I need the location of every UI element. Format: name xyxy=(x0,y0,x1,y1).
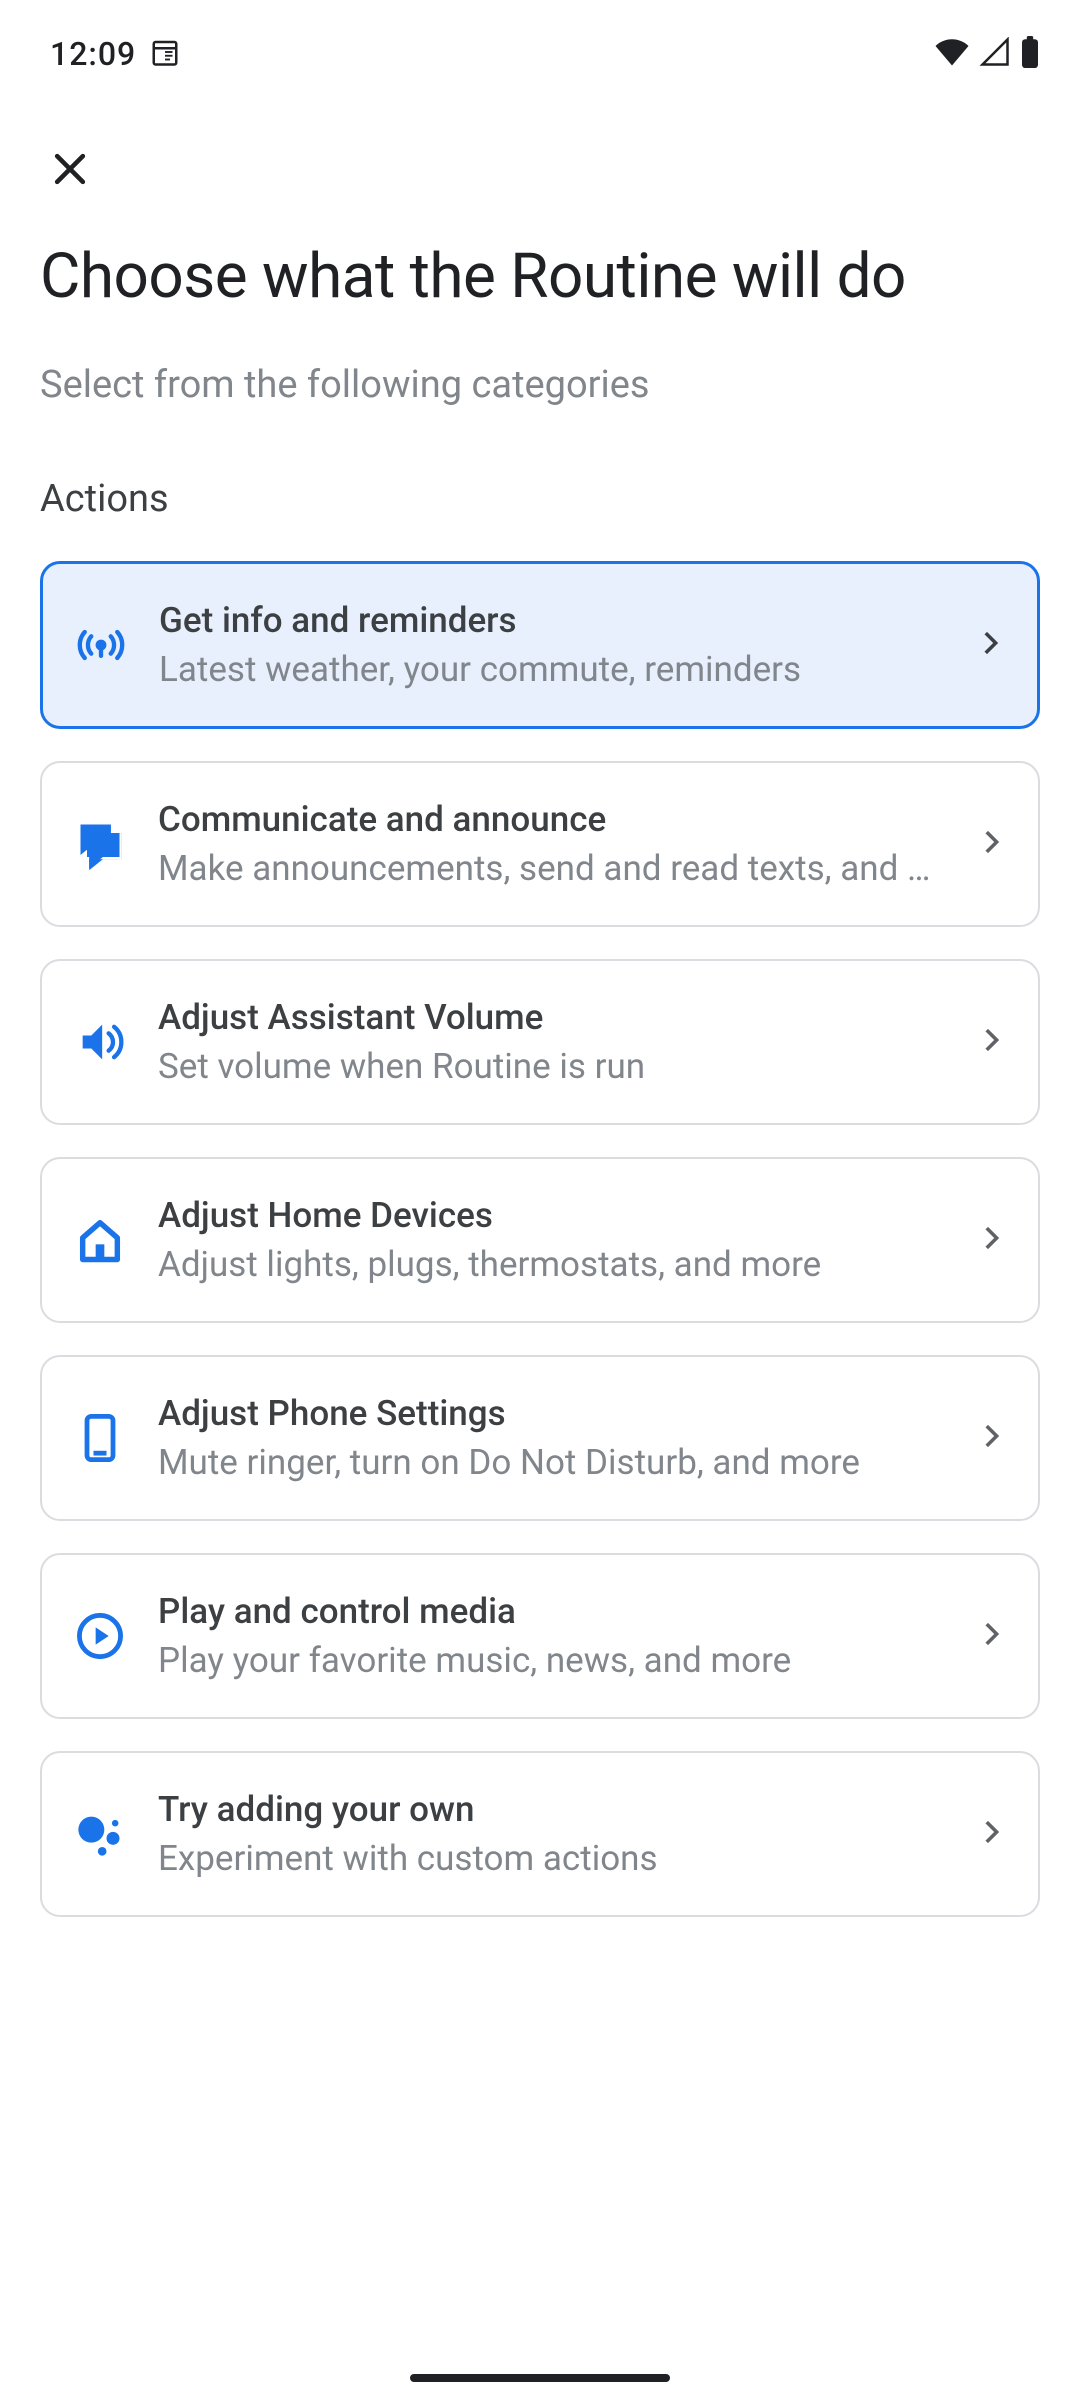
card-text: Adjust Home Devices Adjust lights, plugs… xyxy=(158,1195,944,1285)
close-button[interactable] xyxy=(40,140,100,200)
card-text: Adjust Assistant Volume Set volume when … xyxy=(158,997,944,1087)
volume-icon xyxy=(72,1014,128,1070)
action-try-adding-your-own[interactable]: Try adding your own Experiment with cust… xyxy=(40,1751,1040,1917)
section-label: Actions xyxy=(40,477,1040,521)
card-title: Get info and reminders xyxy=(159,600,943,641)
page-title: Choose what the Routine will do xyxy=(40,240,1040,313)
home-icon xyxy=(72,1212,128,1268)
card-text: Adjust Phone Settings Mute ringer, turn … xyxy=(158,1393,944,1483)
phone-icon xyxy=(72,1410,128,1466)
card-text: Communicate and announce Make announceme… xyxy=(158,799,944,889)
action-play-and-control-media[interactable]: Play and control media Play your favorit… xyxy=(40,1553,1040,1719)
header: Choose what the Routine will do Select f… xyxy=(0,240,1080,407)
chevron-right-icon xyxy=(974,825,1008,863)
page-subtitle: Select from the following categories xyxy=(40,363,1040,407)
action-adjust-phone-settings[interactable]: Adjust Phone Settings Mute ringer, turn … xyxy=(40,1355,1040,1521)
action-adjust-home-devices[interactable]: Adjust Home Devices Adjust lights, plugs… xyxy=(40,1157,1040,1323)
card-title: Play and control media xyxy=(158,1591,944,1632)
wifi-icon xyxy=(934,37,970,71)
chevron-right-icon xyxy=(974,1023,1008,1061)
card-title: Try adding your own xyxy=(158,1789,944,1830)
content: Actions Get info and reminders Latest we… xyxy=(0,477,1080,1917)
calendar-icon xyxy=(150,37,180,71)
action-communicate-and-announce[interactable]: Communicate and announce Make announceme… xyxy=(40,761,1040,927)
chevron-right-icon xyxy=(974,1419,1008,1457)
chevron-right-icon xyxy=(974,1221,1008,1259)
battery-icon xyxy=(1020,36,1040,72)
broadcast-icon xyxy=(73,617,129,673)
action-adjust-assistant-volume[interactable]: Adjust Assistant Volume Set volume when … xyxy=(40,959,1040,1125)
assistant-icon xyxy=(72,1806,128,1862)
card-subtitle: Make announcements, send and read texts,… xyxy=(158,848,944,889)
action-get-info-and-reminders[interactable]: Get info and reminders Latest weather, y… xyxy=(40,561,1040,729)
status-time: 12:09 xyxy=(50,35,136,73)
card-subtitle: Set volume when Routine is run xyxy=(158,1046,944,1087)
card-subtitle: Play your favorite music, news, and more xyxy=(158,1640,944,1681)
chevron-right-icon xyxy=(974,1617,1008,1655)
chat-icon xyxy=(72,816,128,872)
navigation-handle[interactable] xyxy=(410,2374,670,2382)
card-title: Adjust Assistant Volume xyxy=(158,997,944,1038)
card-title: Adjust Home Devices xyxy=(158,1195,944,1236)
signal-icon xyxy=(978,37,1012,71)
card-text: Try adding your own Experiment with cust… xyxy=(158,1789,944,1879)
status-left: 12:09 xyxy=(50,35,180,73)
close-icon xyxy=(48,147,92,194)
card-subtitle: Adjust lights, plugs, thermostats, and m… xyxy=(158,1244,944,1285)
card-subtitle: Experiment with custom actions xyxy=(158,1838,944,1879)
chevron-right-icon xyxy=(973,626,1007,664)
top-bar xyxy=(0,90,1080,240)
play-circle-icon xyxy=(72,1608,128,1664)
card-text: Play and control media Play your favorit… xyxy=(158,1591,944,1681)
card-subtitle: Mute ringer, turn on Do Not Disturb, and… xyxy=(158,1442,944,1483)
chevron-right-icon xyxy=(974,1815,1008,1853)
status-right xyxy=(934,36,1040,72)
card-text: Get info and reminders Latest weather, y… xyxy=(159,600,943,690)
card-subtitle: Latest weather, your commute, reminders xyxy=(159,649,943,690)
card-title: Communicate and announce xyxy=(158,799,944,840)
card-title: Adjust Phone Settings xyxy=(158,1393,944,1434)
status-bar: 12:09 xyxy=(0,0,1080,90)
